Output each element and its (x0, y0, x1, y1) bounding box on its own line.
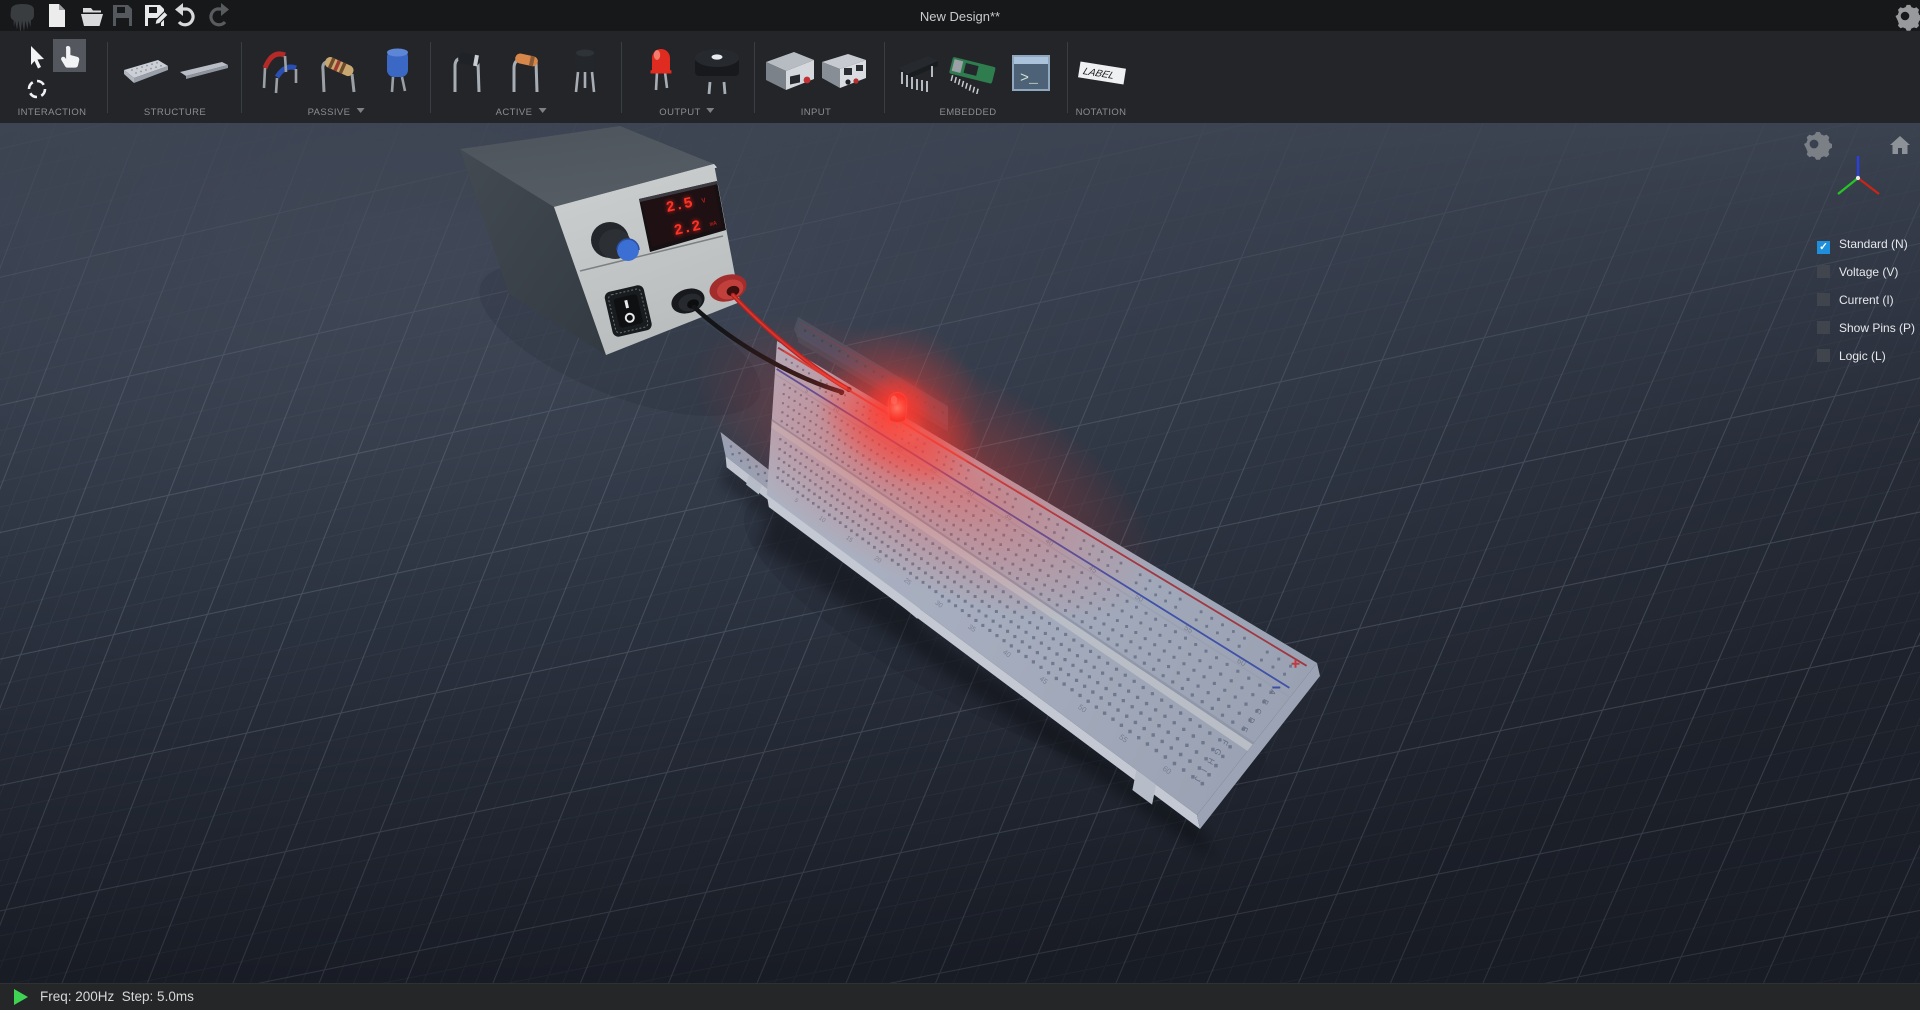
svg-text:>_: >_ (1020, 70, 1039, 87)
